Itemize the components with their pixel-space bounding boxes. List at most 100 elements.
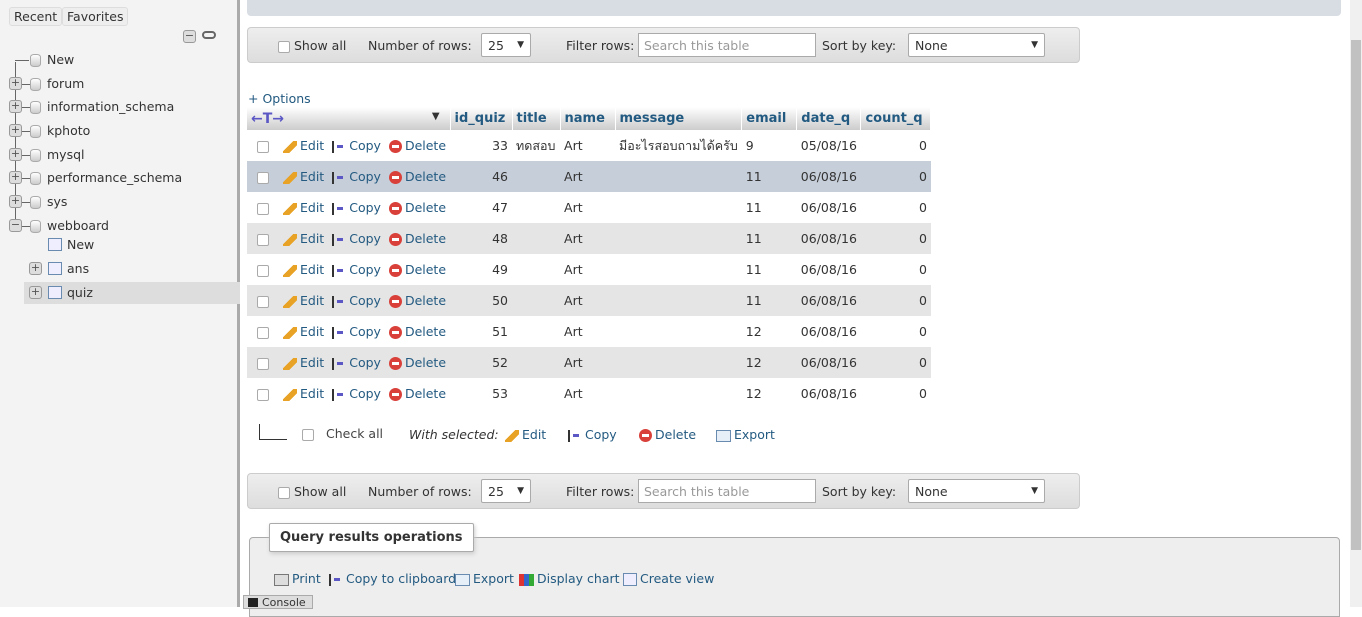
tree-item-forum[interactable]: + forum: [0, 73, 240, 95]
bulk-export-button[interactable]: Export: [716, 427, 775, 442]
cell-count_q[interactable]: 0: [860, 254, 931, 285]
num-rows-select[interactable]: 25 ▼: [481, 33, 531, 57]
expand-icon[interactable]: +: [29, 262, 42, 275]
create-view-link[interactable]: Create view: [623, 571, 714, 586]
collapse-icon[interactable]: −: [9, 219, 22, 232]
expand-icon[interactable]: +: [9, 100, 22, 113]
cell-message[interactable]: [615, 161, 742, 192]
cell-count_q[interactable]: 0: [860, 347, 931, 378]
row-copy-button[interactable]: Copy: [332, 138, 381, 153]
row-delete-button[interactable]: Delete: [388, 386, 446, 401]
cell-id_quiz[interactable]: 46: [450, 161, 513, 192]
cell-count_q[interactable]: 0: [860, 161, 931, 192]
recent-tab[interactable]: Recent: [9, 7, 63, 26]
cell-message[interactable]: [615, 347, 742, 378]
cell-title[interactable]: [512, 285, 561, 316]
tree-item-information_schema[interactable]: + information_schema: [0, 96, 240, 118]
tree-item-kphoto[interactable]: + kphoto: [0, 120, 240, 142]
expand-icon[interactable]: +: [29, 286, 42, 299]
options-link[interactable]: + Options: [248, 91, 311, 106]
check-all-checkbox[interactable]: Check all: [302, 426, 383, 441]
show-all-checkbox-bottom[interactable]: Show all: [278, 484, 346, 499]
link-icon[interactable]: [202, 31, 216, 39]
cell-count_q[interactable]: 0: [860, 378, 931, 409]
row-edit-button[interactable]: Edit: [283, 293, 324, 308]
row-edit-button[interactable]: Edit: [283, 355, 324, 370]
cell-id_quiz[interactable]: 49: [450, 254, 513, 285]
tree-item-New[interactable]: New: [0, 234, 240, 256]
cell-message[interactable]: [615, 254, 742, 285]
cell-message[interactable]: [615, 316, 742, 347]
cell-name[interactable]: Art: [560, 347, 616, 378]
row-copy-button[interactable]: Copy: [332, 293, 381, 308]
filter-input[interactable]: Search this table: [638, 33, 816, 57]
vertical-scrollbar[interactable]: [1350, 0, 1362, 607]
tree-item-mysql[interactable]: + mysql: [0, 144, 240, 166]
row-edit-button[interactable]: Edit: [283, 262, 324, 277]
cell-name[interactable]: Art: [560, 378, 616, 409]
column-header-count_q[interactable]: count_q: [860, 107, 932, 130]
row-checkbox[interactable]: [257, 357, 269, 370]
cell-message[interactable]: [615, 378, 742, 409]
expand-icon[interactable]: +: [9, 148, 22, 161]
tree-item-sys[interactable]: + sys: [0, 191, 240, 213]
cell-date_q[interactable]: 06/08/16: [796, 347, 861, 378]
cell-date_q[interactable]: 06/08/16: [796, 223, 861, 254]
cell-title[interactable]: [512, 161, 561, 192]
cell-title[interactable]: [512, 192, 561, 223]
row-checkbox[interactable]: [257, 264, 269, 277]
expand-icon[interactable]: +: [9, 77, 22, 90]
row-edit-button[interactable]: Edit: [283, 324, 324, 339]
bulk-edit-button[interactable]: Edit: [505, 427, 546, 442]
cell-title[interactable]: [512, 316, 561, 347]
show-all-checkbox[interactable]: Show all: [278, 38, 346, 53]
filter-input-bottom[interactable]: Search this table: [638, 479, 816, 503]
cell-title[interactable]: [512, 254, 561, 285]
row-delete-button[interactable]: Delete: [388, 324, 446, 339]
export-link[interactable]: Export: [455, 571, 514, 586]
row-edit-button[interactable]: Edit: [283, 231, 324, 246]
row-checkbox[interactable]: [257, 295, 269, 308]
bulk-delete-button[interactable]: Delete: [639, 427, 696, 442]
cell-id_quiz[interactable]: 53: [450, 378, 513, 409]
cell-count_q[interactable]: 0: [860, 192, 931, 223]
row-checkbox[interactable]: [257, 388, 269, 401]
cell-count_q[interactable]: 0: [860, 223, 931, 254]
row-checkbox[interactable]: [257, 233, 269, 246]
print-link[interactable]: Print: [274, 571, 321, 586]
cell-message[interactable]: [615, 223, 742, 254]
row-copy-button[interactable]: Copy: [332, 200, 381, 215]
cell-count_q[interactable]: 0: [860, 316, 931, 347]
num-rows-select-bottom[interactable]: 25 ▼: [481, 479, 531, 503]
row-delete-button[interactable]: Delete: [388, 293, 446, 308]
cell-count_q[interactable]: 0: [860, 285, 931, 316]
cell-email[interactable]: 12: [741, 316, 797, 347]
cell-email[interactable]: 12: [741, 378, 797, 409]
cell-email[interactable]: 11: [741, 223, 797, 254]
row-checkbox[interactable]: [257, 140, 269, 153]
cell-name[interactable]: Art: [560, 254, 616, 285]
copy-to-clipboard-link[interactable]: Copy to clipboard: [329, 571, 456, 586]
column-header-name[interactable]: name: [560, 107, 616, 130]
row-edit-button[interactable]: Edit: [283, 200, 324, 215]
cell-count_q[interactable]: 0: [860, 130, 931, 161]
tree-item-performance_schema[interactable]: + performance_schema: [0, 167, 240, 189]
cell-name[interactable]: Art: [560, 223, 616, 254]
cell-name[interactable]: Art: [560, 192, 616, 223]
row-edit-button[interactable]: Edit: [283, 138, 324, 153]
cell-id_quiz[interactable]: 51: [450, 316, 513, 347]
row-delete-button[interactable]: Delete: [388, 169, 446, 184]
cell-email[interactable]: 12: [741, 347, 797, 378]
row-copy-button[interactable]: Copy: [332, 262, 381, 277]
cell-id_quiz[interactable]: 33: [450, 130, 513, 161]
cell-id_quiz[interactable]: 52: [450, 347, 513, 378]
display-chart-link[interactable]: Display chart: [519, 571, 620, 586]
row-copy-button[interactable]: Copy: [332, 386, 381, 401]
expand-icon[interactable]: +: [9, 195, 22, 208]
row-checkbox[interactable]: [257, 202, 269, 215]
cell-message[interactable]: [615, 192, 742, 223]
row-edit-button[interactable]: Edit: [283, 386, 324, 401]
expand-icon[interactable]: +: [9, 124, 22, 137]
cell-date_q[interactable]: 06/08/16: [796, 316, 861, 347]
cell-title[interactable]: [512, 347, 561, 378]
